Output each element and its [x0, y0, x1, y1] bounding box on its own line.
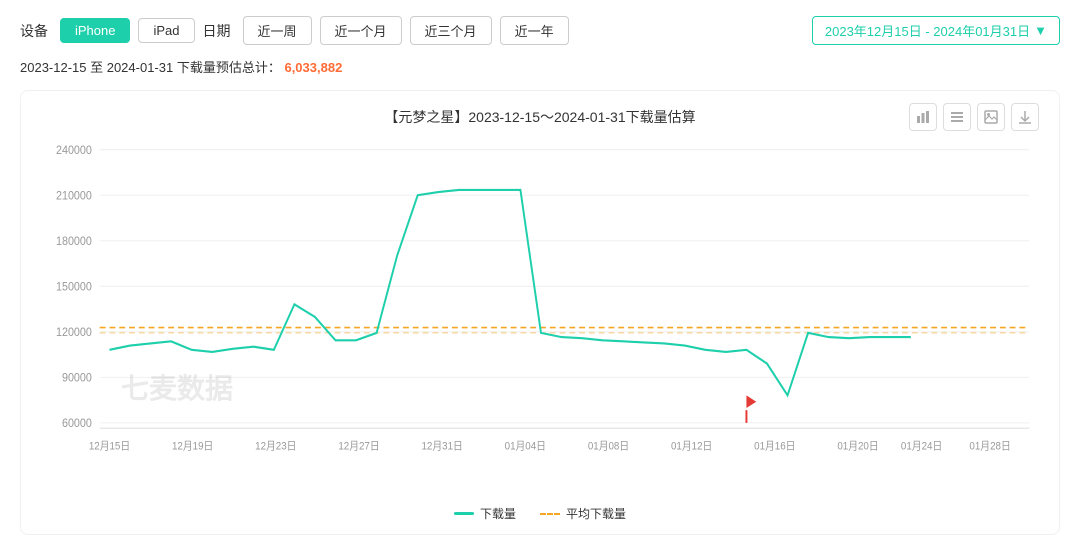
period-three-month-button[interactable]: 近三个月 — [410, 16, 492, 45]
toolbar: 设备 iPhone iPad 日期 近一周 近一个月 近三个月 近一年 2023… — [20, 16, 1060, 45]
summary-text: 2023-12-15 至 2024-01-31 下载量预估总计： — [20, 60, 281, 75]
red-flag-marker — [746, 395, 756, 423]
main-container: 设备 iPhone iPad 日期 近一周 近一个月 近三个月 近一年 2023… — [0, 0, 1080, 551]
download-icon-btn[interactable] — [1011, 103, 1039, 131]
total-count: 6,033,882 — [284, 60, 342, 75]
svg-text:01月24日: 01月24日 — [901, 440, 942, 452]
chart-legend: 下载量 平均下载量 — [41, 505, 1039, 522]
chevron-down-icon: ▼ — [1034, 23, 1047, 38]
chart-actions — [909, 103, 1039, 131]
period-week-button[interactable]: 近一周 — [243, 16, 312, 45]
legend-downloads: 下载量 — [454, 505, 516, 522]
summary-line: 2023-12-15 至 2024-01-31 下载量预估总计： 6,033,8… — [20, 57, 1060, 76]
legend-avg-label: 平均下载量 — [566, 505, 626, 522]
ipad-button[interactable]: iPad — [138, 18, 194, 43]
svg-text:01月08日: 01月08日 — [588, 440, 629, 452]
bar-chart-icon-btn[interactable] — [909, 103, 937, 131]
svg-text:12月19日: 12月19日 — [172, 440, 213, 452]
device-label: 设备 — [20, 21, 48, 41]
chart-title: 【元梦之星】2023-12-15～2024-01-31下载量估算 — [384, 107, 695, 127]
svg-text:60000: 60000 — [62, 418, 92, 430]
svg-text:01月04日: 01月04日 — [505, 440, 546, 452]
chart-container: 【元梦之星】2023-12-15～2024-01-31下载量估算 七麦数据 — [20, 90, 1060, 535]
svg-text:210000: 210000 — [56, 190, 92, 202]
period-month-button[interactable]: 近一个月 — [320, 16, 402, 45]
svg-text:01月20日: 01月20日 — [837, 440, 878, 452]
chart-header: 【元梦之星】2023-12-15～2024-01-31下载量估算 — [41, 107, 1039, 127]
svg-text:01月28日: 01月28日 — [969, 440, 1010, 452]
legend-avg: 平均下载量 — [540, 505, 626, 522]
chart-area: 七麦数据 240000 210000 180000 150000 120000 … — [41, 137, 1039, 497]
date-range-picker[interactable]: 2023年12月15日 - 2024年01月31日 ▼ — [812, 16, 1060, 45]
svg-text:01月12日: 01月12日 — [671, 440, 712, 452]
date-label: 日期 — [203, 21, 231, 41]
list-icon-btn[interactable] — [943, 103, 971, 131]
svg-text:240000: 240000 — [56, 145, 92, 157]
image-icon — [984, 110, 998, 124]
legend-downloads-color — [454, 512, 474, 515]
iphone-button[interactable]: iPhone — [60, 18, 130, 43]
svg-text:150000: 150000 — [56, 281, 92, 293]
svg-text:01月16日: 01月16日 — [754, 440, 795, 452]
svg-text:180000: 180000 — [56, 236, 92, 248]
svg-text:12月23日: 12月23日 — [255, 440, 296, 452]
svg-text:120000: 120000 — [56, 327, 92, 339]
svg-text:12月15日: 12月15日 — [89, 440, 130, 452]
svg-text:12月27日: 12月27日 — [338, 440, 379, 452]
bar-icon — [916, 110, 930, 124]
svg-text:12月31日: 12月31日 — [421, 440, 462, 452]
period-year-button[interactable]: 近一年 — [500, 16, 569, 45]
svg-text:90000: 90000 — [62, 372, 92, 384]
list-icon — [950, 110, 964, 124]
legend-downloads-label: 下载量 — [480, 505, 516, 522]
chart-svg: 240000 210000 180000 150000 120000 90000… — [41, 137, 1039, 497]
legend-avg-color — [540, 513, 560, 515]
download-icon — [1018, 110, 1032, 124]
image-icon-btn[interactable] — [977, 103, 1005, 131]
